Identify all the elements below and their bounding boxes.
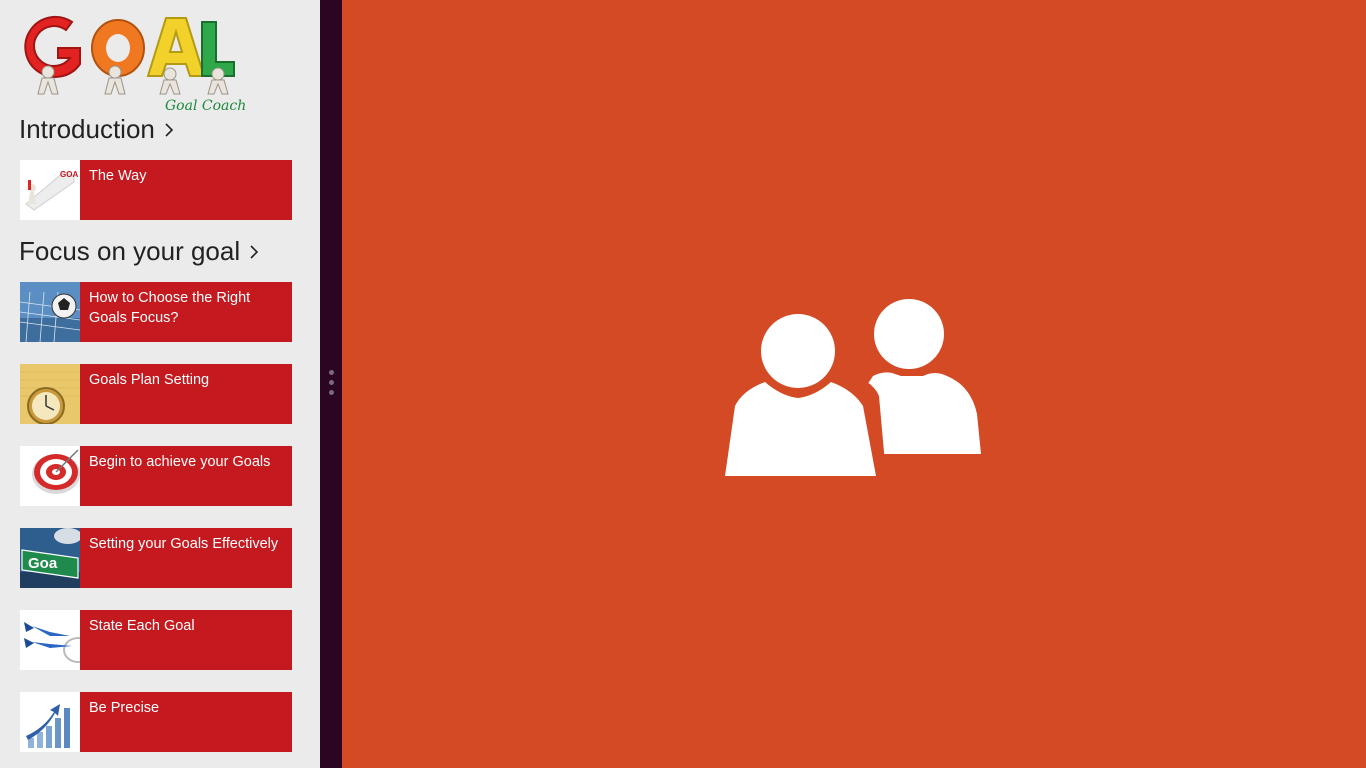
goal-sign-image: Goa <box>20 528 80 588</box>
logo-letter-a <box>146 17 206 77</box>
chevron-right-icon <box>165 122 174 137</box>
people-icon <box>717 296 981 486</box>
svg-text:Goa: Goa <box>28 555 58 572</box>
goal-arrow-image: GOA <box>20 160 80 220</box>
darts-image <box>20 610 80 670</box>
tile-label: Begin to achieve your Goals <box>80 446 292 506</box>
app-logo: Goal Coach <box>20 8 246 114</box>
svg-text:GOA: GOA <box>60 170 78 179</box>
tile-label: The Way <box>80 160 292 220</box>
tile-label: Be Precise <box>80 692 292 752</box>
main-pane <box>342 0 1366 768</box>
chevron-right-icon <box>250 244 259 259</box>
stopwatch-image <box>20 364 80 424</box>
splitter-grip-icon[interactable] <box>328 370 334 398</box>
logo-caption: Goal Coach <box>165 98 247 114</box>
soccer-ball-image <box>20 282 80 342</box>
tile-setting-goals-effectively[interactable]: Goa Setting your Goals Effectively <box>20 528 292 588</box>
tile-label: State Each Goal <box>80 610 292 670</box>
tile-be-precise[interactable]: Be Precise <box>20 692 292 752</box>
section-header-introduction[interactable]: Introduction <box>19 114 175 145</box>
growth-chart-image <box>20 692 80 752</box>
side-pane: Goal Coach Introduction GOA The Way Focu… <box>0 0 320 768</box>
target-image <box>20 446 80 506</box>
tile-label: How to Choose the Right Goals Focus? <box>80 282 292 342</box>
tile-label: Goals Plan Setting <box>80 364 292 424</box>
section-header-focus-on-your-goal[interactable]: Focus on your goal <box>19 236 260 267</box>
tile-begin-to-achieve-goals[interactable]: Begin to achieve your Goals <box>20 446 292 506</box>
section-title: Focus on your goal <box>19 236 241 266</box>
tile-label: Setting your Goals Effectively <box>80 528 292 588</box>
section-title: Introduction <box>19 114 155 144</box>
tile-goals-plan-setting[interactable]: Goals Plan Setting <box>20 364 292 424</box>
tile-the-way[interactable]: GOA The Way <box>20 160 292 220</box>
tile-state-each-goal[interactable]: State Each Goal <box>20 610 292 670</box>
snap-splitter[interactable] <box>320 0 342 768</box>
tile-how-to-choose-goals-focus[interactable]: How to Choose the Right Goals Focus? <box>20 282 292 342</box>
